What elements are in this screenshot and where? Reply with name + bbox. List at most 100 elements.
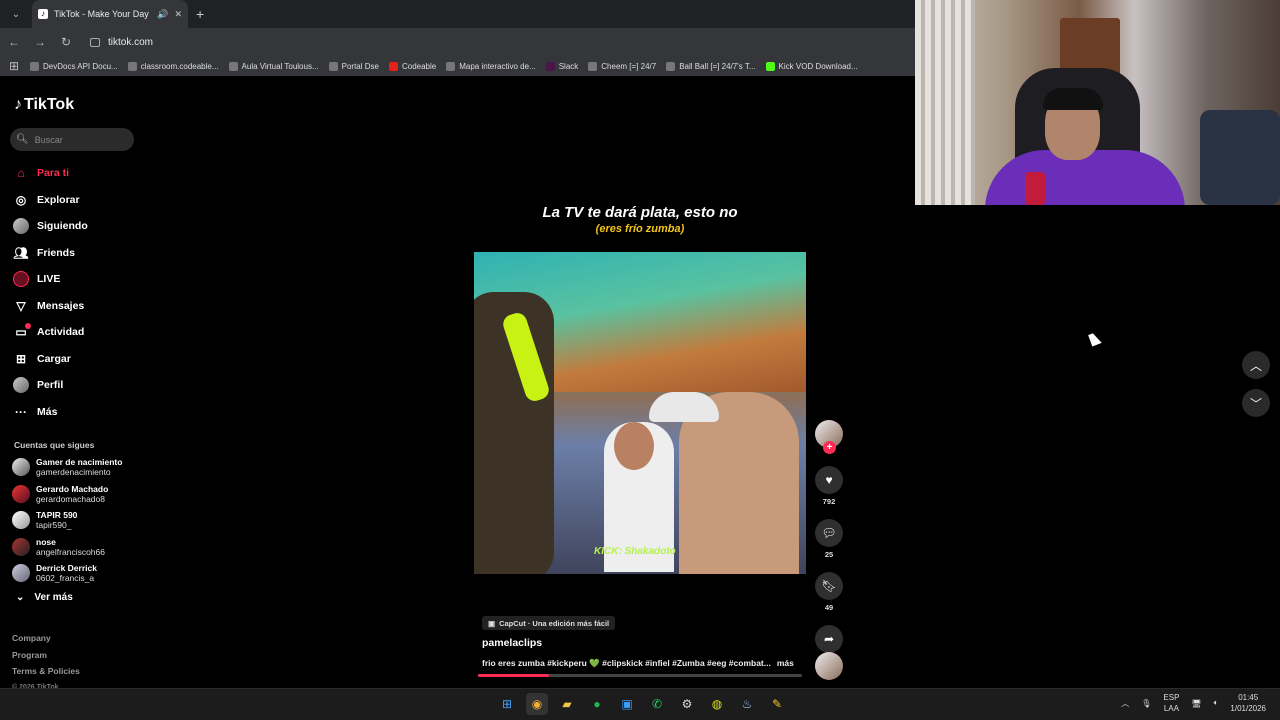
video-player[interactable]: KICK: Shakadoto: [474, 252, 806, 574]
nav-item-explore[interactable]: ◎ Explorar: [13, 187, 88, 214]
back-icon[interactable]: ←: [8, 35, 20, 49]
volume-icon[interactable]: 🔈︎: [1214, 698, 1219, 708]
webcam-background-clothes: [1200, 110, 1280, 205]
language-indicator[interactable]: ESP LAA: [1163, 692, 1179, 714]
following-item[interactable]: Derrick Derrick 0602_francis_a: [12, 560, 122, 587]
home-icon: ⌂: [17, 166, 25, 181]
action-bar: + ♥ 792 💬︎ 25 🔖︎ 49 ➦ 30: [814, 420, 844, 665]
avatar: [12, 564, 30, 583]
bookmark-item[interactable]: Kick VOD Download...: [765, 61, 858, 71]
next-video-button[interactable]: ﹀: [1242, 389, 1270, 417]
bookmark-item[interactable]: classroom.codeable...: [127, 61, 219, 71]
bookmark-item[interactable]: Slack: [545, 61, 578, 71]
new-tab-button[interactable]: +: [196, 6, 204, 22]
profile-icon: [13, 377, 29, 394]
browser-tab[interactable]: ♪ TikTok - Make Your Day 🔊 ✕: [32, 0, 188, 28]
app-icon[interactable]: ◍: [706, 693, 728, 715]
video-username[interactable]: pamelaclips: [482, 637, 542, 649]
tray-expand-icon[interactable]: ︿: [1121, 698, 1129, 709]
footer-terms-link[interactable]: Terms & Policies: [12, 663, 80, 680]
more-icon: ···: [15, 404, 27, 419]
nav-item-live[interactable]: LIVE: [13, 266, 88, 293]
save-count: 49: [824, 603, 834, 612]
more-link[interactable]: más: [777, 658, 794, 668]
nav-item-upload[interactable]: ⊞ Cargar: [13, 346, 88, 373]
network-icon[interactable]: 🖥︎: [1191, 699, 1201, 708]
live-icon: [13, 271, 29, 288]
bookmark-item[interactable]: Mapa interactivo de...: [446, 61, 536, 71]
close-tab-icon[interactable]: ✕: [174, 9, 182, 20]
search-box[interactable]: 🔍︎: [10, 128, 134, 151]
apps-grid-icon[interactable]: ⊞: [8, 59, 20, 73]
capcut-badge[interactable]: ▣ CapCut · Una edición más fácil: [482, 616, 616, 630]
bookmark-item[interactable]: Portal Dse: [328, 61, 379, 71]
following-item[interactable]: Gerardo Machado gerardomachado8: [12, 481, 122, 508]
nav-item-profile[interactable]: Perfil: [13, 372, 88, 399]
webcam-overlay: [915, 0, 1280, 205]
chevron-down-icon: ⌄: [16, 592, 25, 603]
tiktok-logo[interactable]: ♪ TikTok: [14, 96, 74, 114]
previous-video-button[interactable]: ︿: [1242, 351, 1270, 379]
following-item[interactable]: TAPIR 590 tapir590_: [12, 507, 122, 534]
webcam-person-hair: [1043, 88, 1103, 110]
like-button[interactable]: ♥: [815, 466, 843, 494]
bookmark-favicon-icon: [127, 61, 137, 71]
save-button[interactable]: 🔖︎: [815, 572, 843, 600]
audio-icon[interactable]: 🔊: [157, 9, 168, 20]
forward-icon[interactable]: →: [34, 35, 46, 49]
bookmark-item[interactable]: Codeable: [388, 61, 436, 71]
see-more-button[interactable]: ⌄ Ver más: [16, 592, 73, 603]
bookmark-item[interactable]: Aula Virtual Toulous...: [228, 61, 319, 71]
search-input[interactable]: [34, 134, 125, 145]
search-icon: 🔍︎: [16, 134, 29, 145]
following-list: Gamer de nacimiento gamerdenacimiento Ger…: [12, 454, 122, 587]
webcam-curtain: [915, 0, 975, 205]
mail-icon[interactable]: ▣: [616, 693, 638, 715]
file-explorer-icon[interactable]: ▰: [556, 693, 578, 715]
footer-program-link[interactable]: Program: [12, 647, 80, 664]
avatar: [12, 484, 30, 503]
avatar: [12, 537, 30, 556]
comment-button[interactable]: 💬︎: [815, 519, 843, 547]
windows-taskbar: ⊞ ◉ ▰ ● ▣ ✆ ⚙ ◍ ♨ ✎ ︿ 🎙︎ ESP LAA 🖥︎ 🔈︎ 0…: [0, 688, 1280, 720]
steam-icon[interactable]: ⚙: [676, 693, 698, 715]
nav-item-messages[interactable]: ▽ Mensajes: [13, 293, 88, 320]
steam-client-icon[interactable]: ♨: [736, 693, 758, 715]
share-icon: ➦: [823, 632, 835, 646]
spotify-icon[interactable]: ●: [586, 693, 608, 715]
clock[interactable]: 01:45 1/01/2026: [1230, 692, 1266, 714]
tab-search-icon[interactable]: ⌄: [4, 4, 28, 24]
whatsapp-icon[interactable]: ✆: [646, 693, 668, 715]
nav-item-for-you[interactable]: ⌂ Para ti: [13, 160, 88, 187]
editor-icon[interactable]: ✎: [766, 693, 788, 715]
site-info-icon[interactable]: [90, 37, 100, 47]
video-scene-cap: [649, 392, 719, 422]
creator-avatar[interactable]: +: [815, 420, 843, 454]
chrome-icon[interactable]: ◉: [526, 693, 548, 715]
tiktok-favicon-icon: ♪: [38, 9, 48, 19]
following-item[interactable]: nose angelfranciscoh66: [12, 534, 122, 561]
activity-icon: ▭: [13, 323, 31, 340]
nav-item-friends[interactable]: 👥︎ Friends: [13, 240, 88, 267]
following-item[interactable]: Gamer de nacimiento gamerdenacimiento: [12, 454, 122, 481]
share-button[interactable]: ➦: [815, 625, 843, 653]
follow-plus-icon[interactable]: +: [823, 441, 836, 454]
reload-icon[interactable]: ↻: [60, 35, 72, 49]
url-field[interactable]: tiktok.com: [90, 37, 153, 48]
windows-start-icon[interactable]: ⊞: [496, 693, 518, 715]
microphone-icon[interactable]: 🎙︎: [1141, 699, 1151, 708]
sidebar: ♪ TikTok 🔍︎ ⌂ Para ti ◎ Explorar Siguien…: [0, 76, 145, 691]
video-scene-head: [614, 422, 654, 470]
next-video-avatar[interactable]: [815, 652, 843, 680]
nav-item-more[interactable]: ··· Más: [13, 399, 88, 426]
nav-item-activity[interactable]: ▭ Actividad: [13, 319, 88, 346]
footer-links: Company Program Terms & Policies © 2026 …: [12, 630, 80, 696]
bookmark-item[interactable]: Ball Ball [=] 24/7's T...: [666, 61, 756, 71]
bookmark-favicon-icon: [328, 61, 338, 71]
footer-company-link[interactable]: Company: [12, 630, 80, 647]
bookmark-item[interactable]: Cheem [=] 24/7: [588, 61, 656, 71]
system-tray: ︿ 🎙︎ ESP LAA 🖥︎ 🔈︎ 01:45 1/01/2026: [1121, 692, 1266, 714]
nav-item-following[interactable]: Siguiendo: [13, 213, 88, 240]
bookmark-item[interactable]: DevDocs API Docu...: [30, 61, 118, 71]
video-progress-bar[interactable]: [478, 674, 802, 677]
